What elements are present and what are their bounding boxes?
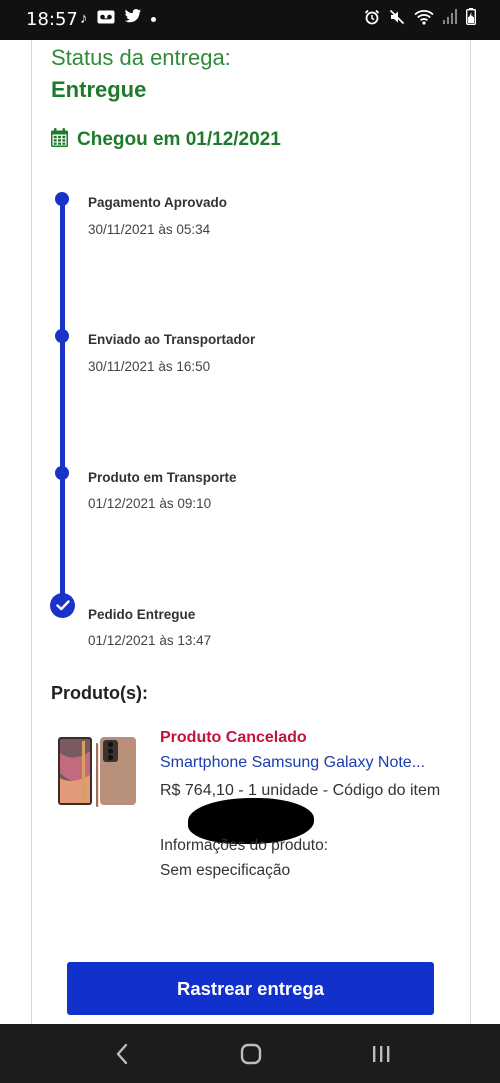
twitter-icon	[124, 9, 142, 29]
timeline-step-date: 30/11/2021 às 05:34	[88, 222, 211, 237]
product-info-value: Sem especificação	[160, 862, 291, 879]
product-description: R$ 764,10 - 1 unidade - Código do item	[160, 782, 441, 799]
delivery-status-value: Entregue	[51, 77, 147, 102]
timeline-step-title: Pagamento Aprovado	[88, 195, 228, 210]
timeline-step-dot	[55, 466, 69, 480]
back-icon[interactable]	[106, 1038, 138, 1070]
dot-icon	[150, 16, 156, 22]
battery-charging-icon	[465, 8, 477, 30]
system-nav-bar	[0, 1024, 500, 1083]
products-heading: Produto(s):	[51, 683, 148, 703]
status-bar: 18:57 ♪	[0, 0, 500, 40]
recents-icon[interactable]	[365, 1038, 397, 1070]
timeline-step-title: Pedido Entregue	[88, 607, 196, 622]
timeline-step-date: 01/12/2021 às 09:10	[88, 496, 212, 511]
delivery-status-label: Status da entrega:	[51, 45, 231, 70]
product-name-link[interactable]: Smartphone Samsung Galaxy Note...	[160, 754, 445, 772]
timeline-step-date: 30/11/2021 às 16:50	[88, 359, 211, 374]
track-delivery-button[interactable]: Rastrear entrega	[67, 962, 434, 1015]
system-icons	[364, 8, 477, 30]
calendar-icon	[51, 128, 68, 152]
timeline-step-title: Produto em Transporte	[88, 470, 237, 485]
alarm-icon	[364, 9, 380, 30]
signal-icon	[443, 9, 457, 29]
timeline-step-dot	[55, 329, 69, 343]
voicemail-icon	[97, 10, 115, 29]
timeline-step-dot	[55, 192, 69, 206]
timeline-step-date: 01/12/2021 às 13:47	[88, 633, 212, 648]
product-status: Produto Cancelado	[160, 729, 307, 746]
mute-icon	[389, 9, 405, 30]
check-icon	[50, 593, 75, 618]
home-icon[interactable]	[235, 1038, 267, 1070]
notification-icons: ♪	[80, 9, 156, 29]
arrival-text: Chegou em 01/12/2021	[77, 129, 281, 150]
arrival-date: Chegou em 01/12/2021	[51, 128, 281, 152]
product-info-label: Informações do produto:	[160, 837, 329, 854]
wifi-icon	[414, 9, 434, 30]
product-image[interactable]	[56, 733, 138, 811]
tiktok-icon: ♪	[80, 10, 88, 27]
timeline-step-title: Enviado ao Transportador	[88, 332, 256, 347]
timeline-track	[60, 198, 65, 606]
status-time: 18:57	[26, 9, 78, 30]
